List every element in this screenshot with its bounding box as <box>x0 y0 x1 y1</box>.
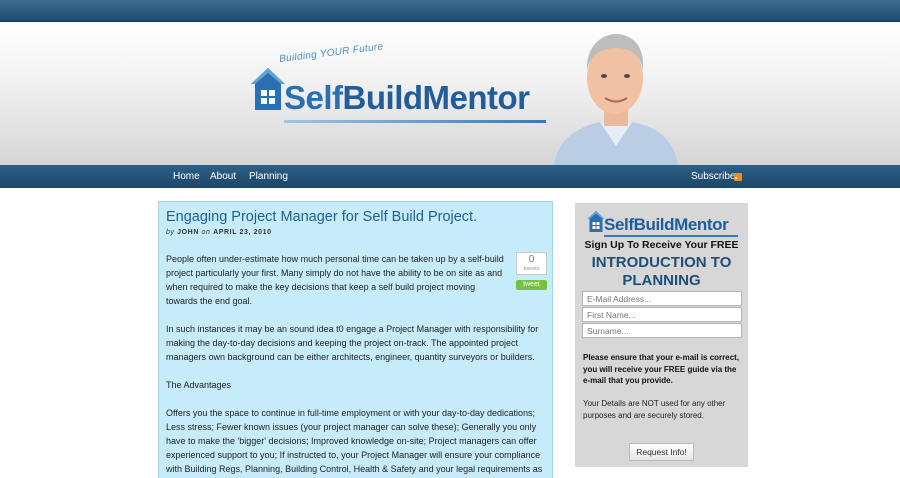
sidebar-logo-underline <box>604 235 738 237</box>
site-header: Building YOUR Future SelfBuildMentor <box>0 22 900 165</box>
signup-widget: SelfBuildMentor Sign Up To Receive Your … <box>575 203 748 467</box>
top-bar <box>0 0 900 22</box>
logo-wordmark: SelfBuildMentor <box>284 79 530 116</box>
sidebar-logo: SelfBuildMentor <box>587 209 739 237</box>
blog-post: Engaging Project Manager for Self Build … <box>158 201 553 478</box>
nav-about[interactable]: About <box>210 165 236 188</box>
sidebar-logo-wordmark: SelfBuildMentor <box>604 215 729 234</box>
mentor-portrait <box>554 34 678 165</box>
surname-field[interactable] <box>582 323 742 338</box>
signup-title: INTRODUCTION TO PLANNING <box>591 254 732 289</box>
site-logo[interactable]: Building YOUR Future SelfBuildMentor <box>250 41 550 137</box>
request-info-button[interactable]: Request Info! <box>629 443 694 461</box>
post-subheading: The Advantages <box>166 380 232 390</box>
house-icon <box>251 68 285 110</box>
post-title[interactable]: Engaging Project Manager for Self Build … <box>166 209 477 225</box>
nav-subscribe[interactable]: Subscribe <box>691 165 735 188</box>
privacy-note: Your Details are NOT used for any other … <box>583 399 726 420</box>
signup-heading: Sign Up To Receive Your FREE <box>584 239 739 251</box>
post-paragraph: People often under-estimate how much per… <box>166 254 504 306</box>
logo-tagline: Building YOUR Future <box>278 41 384 65</box>
nav-home[interactable]: Home <box>173 165 200 188</box>
logo-underline <box>284 120 546 123</box>
email-field[interactable] <box>582 291 742 306</box>
first-name-field[interactable] <box>582 307 742 322</box>
signup-note: Please ensure that your e-mail is correc… <box>583 353 740 385</box>
post-paragraph: In such instances it may be an sound ide… <box>166 324 539 362</box>
post-byline: by JOHN on APRIL 23, 2010 <box>166 229 272 236</box>
house-icon <box>587 211 605 232</box>
post-body: People often under-estimate how much per… <box>166 252 546 478</box>
nav-planning[interactable]: Planning <box>249 165 288 188</box>
rss-icon[interactable] <box>734 173 742 181</box>
main-nav: Home About Planning Subscribe <box>0 165 900 188</box>
post-paragraph: Offers you the space to continue in full… <box>166 408 543 474</box>
